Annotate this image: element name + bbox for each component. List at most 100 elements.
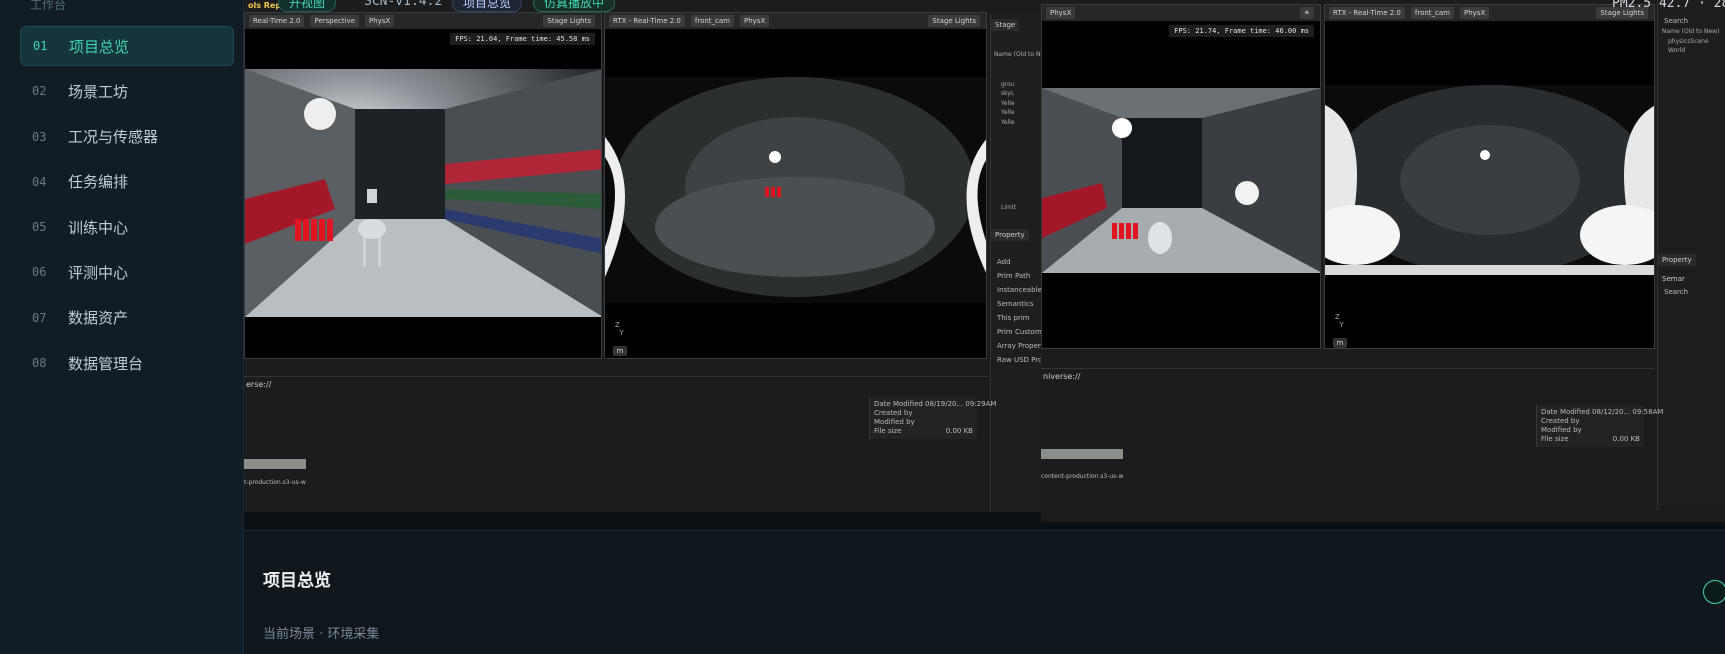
tunnel-scene-image [1042,88,1320,273]
content-path: erse:// [246,380,272,389]
measure-button[interactable]: m [1333,338,1347,348]
file-size-label: File size [874,427,902,435]
tree-item[interactable]: Yelle [991,109,1044,119]
nav-number: 04 [32,174,47,189]
viewport-toolbar: RTX - Real-Time 2.0 front_cam PhysX Stag… [605,13,986,29]
nav-number: 07 [32,310,47,325]
this-prim-text: This prim [997,313,1030,322]
fisheye-scene-image [1325,85,1654,275]
render-mode-button[interactable]: Real-Time 2.0 [249,15,305,27]
tree-item[interactable] [991,157,1044,167]
nav-label: 训练中心 [68,218,129,237]
app-root: 工作台 01 项目总览 02 场景工坊 03 工况与传感器 04 任务编排 05… [0,0,1725,654]
tab-property[interactable]: Property [1658,253,1696,266]
modified-by: Modified by [874,418,915,426]
sidebar-item-evaluation-center[interactable]: 06 评测中心 [20,252,234,292]
sidebar-item-task-orchestration[interactable]: 04 任务编排 [20,162,234,202]
property-search[interactable]: Search [1658,285,1725,299]
nav-number: 08 [32,356,47,371]
tree-item[interactable] [991,147,1044,157]
simulator-window-left: Real-Time 2.0 Perspective PhysX Stage Li… [244,0,1044,512]
sun-icon[interactable]: ☀ [1299,7,1314,19]
camera-button[interactable]: front_cam [690,15,734,27]
sidebar-item-scene-workshop[interactable]: 02 场景工坊 [20,71,234,111]
camera-button[interactable]: front_cam [1410,7,1454,19]
date-modified: Date Modified 08/12/20... 09:58AM [1541,408,1664,416]
tree-item[interactable] [991,195,1044,205]
array-property-section[interactable]: Array Propert [991,339,1044,353]
nav-label: 场景工坊 [68,82,129,101]
physx-button[interactable]: PhysX [739,15,770,27]
tree-item[interactable]: World [1658,47,1725,57]
tree-item[interactable]: skyL [991,90,1044,100]
tree-item[interactable]: Yelle [991,119,1044,129]
viewport-perspective-2[interactable]: PhysX ☀ FPS: 21.74, Frame time: 46.00 ms [1041,4,1321,349]
viewport-perspective[interactable]: Real-Time 2.0 Perspective PhysX Stage Li… [244,12,602,359]
sidebar-item-conditions-sensors[interactable]: 03 工况与传感器 [20,117,234,157]
date-modified: Date Modified 08/19/20... 09:29AM [874,400,997,408]
sidebar-item-project-overview[interactable]: 01 项目总览 [20,26,234,66]
file-name: content-production.s3-us-w [1041,473,1124,480]
file-size-label: File size [1541,435,1569,443]
fps-readout: FPS: 21.74, Frame time: 46.00 ms [1169,25,1314,37]
tree-item[interactable] [991,166,1044,176]
nav-number: 06 [32,265,47,280]
semantics-section[interactable]: Semantics [991,297,1044,311]
viewport-front-cam[interactable]: RTX - Real-Time 2.0 front_cam PhysX Stag… [604,12,987,359]
project-chip[interactable]: 项目总览 [452,0,523,12]
instanceable-label: Instanceable [997,285,1042,294]
content-path: niverse:// [1043,372,1081,381]
nav-label: 数据管理台 [68,354,144,373]
tab-stage[interactable]: Stage [991,19,1020,31]
add-button[interactable]: Add [991,255,1044,269]
tab-semantics[interactable]: Semar [1658,273,1689,285]
folder-thumb[interactable] [244,459,306,469]
physx-button[interactable]: PhysX [365,15,395,27]
content-browser: erse:// t-production.s3-us-w Date Modifi… [244,376,997,512]
render-mode-button[interactable]: RTX - Real-Time 2.0 [1329,7,1405,19]
render-mode-button[interactable]: RTX - Real-Time 2.0 [609,15,685,27]
axis-gizmo: Z Y [615,321,624,337]
content-browser: niverse:// content-production.s3-us-w Da… [1041,368,1664,504]
tree-item[interactable]: Limit [991,204,1044,214]
modified-by: Modified by [1541,426,1582,434]
stage-panel: Stage Name (Old to Ne grou skyL Yelle Ye… [990,12,1044,512]
nav-label: 数据资产 [68,309,129,328]
physx-button[interactable]: PhysX [1046,7,1076,19]
tree-item[interactable]: grou [991,81,1044,91]
measure-button[interactable]: m [613,346,627,356]
file-info-box: Date Modified 08/12/20... 09:58AM Create… [1536,405,1664,447]
nav-number: 01 [33,39,48,53]
sidebar-item-data-management[interactable]: 08 数据管理台 [20,343,234,383]
tab-property[interactable]: Property [991,228,1029,241]
sidebar-item-data-assets[interactable]: 07 数据资产 [20,298,234,338]
tree-item[interactable]: physicsScene [1658,38,1725,48]
prim-path-label: Prim Path [997,271,1031,280]
physx-button[interactable]: PhysX [1459,7,1490,19]
raw-usd-section[interactable]: Raw USD Pro [991,353,1044,367]
tree-item[interactable] [991,176,1044,186]
pm25-readout: PM2.5 42.7 · 28 [1612,0,1725,11]
viewport-front-cam-2[interactable]: RTX - Real-Time 2.0 front_cam PhysX Stag… [1324,4,1655,349]
stage-header: Name (Old to New) [1662,28,1720,35]
floating-action-button[interactable] [1703,580,1725,604]
camera-button[interactable]: Perspective [310,15,360,27]
simulator-window-right: PhysX ☀ FPS: 21.74, Frame time: 46.00 ms [1041,0,1725,522]
viewport-toolbar: PhysX ☀ [1042,5,1320,21]
tree-item[interactable] [991,138,1044,148]
tree-item[interactable]: Yelle [991,100,1044,110]
page-title: 项目总览 [263,571,331,591]
folder-thumb[interactable] [1041,449,1123,459]
tree-item[interactable] [991,128,1044,138]
prim-custom-section[interactable]: Prim Custom [991,325,1044,339]
sidebar-nav: 01 项目总览 02 场景工坊 03 工况与传感器 04 任务编排 05 训练中… [20,26,234,388]
tree-item[interactable] [991,185,1044,195]
created-by: Created by [1541,417,1580,425]
open-view-chip[interactable]: 开视图 [278,0,337,12]
sidebar: 工作台 01 项目总览 02 场景工坊 03 工况与传感器 04 任务编排 05… [0,0,244,654]
sidebar-item-training-center[interactable]: 05 训练中心 [20,207,234,247]
fisheye-scene-image [605,77,986,303]
stage-search[interactable]: Search [1658,14,1725,28]
stage-lights-button[interactable]: Stage Lights [928,15,980,27]
stage-lights-button[interactable]: Stage Lights [543,15,595,27]
